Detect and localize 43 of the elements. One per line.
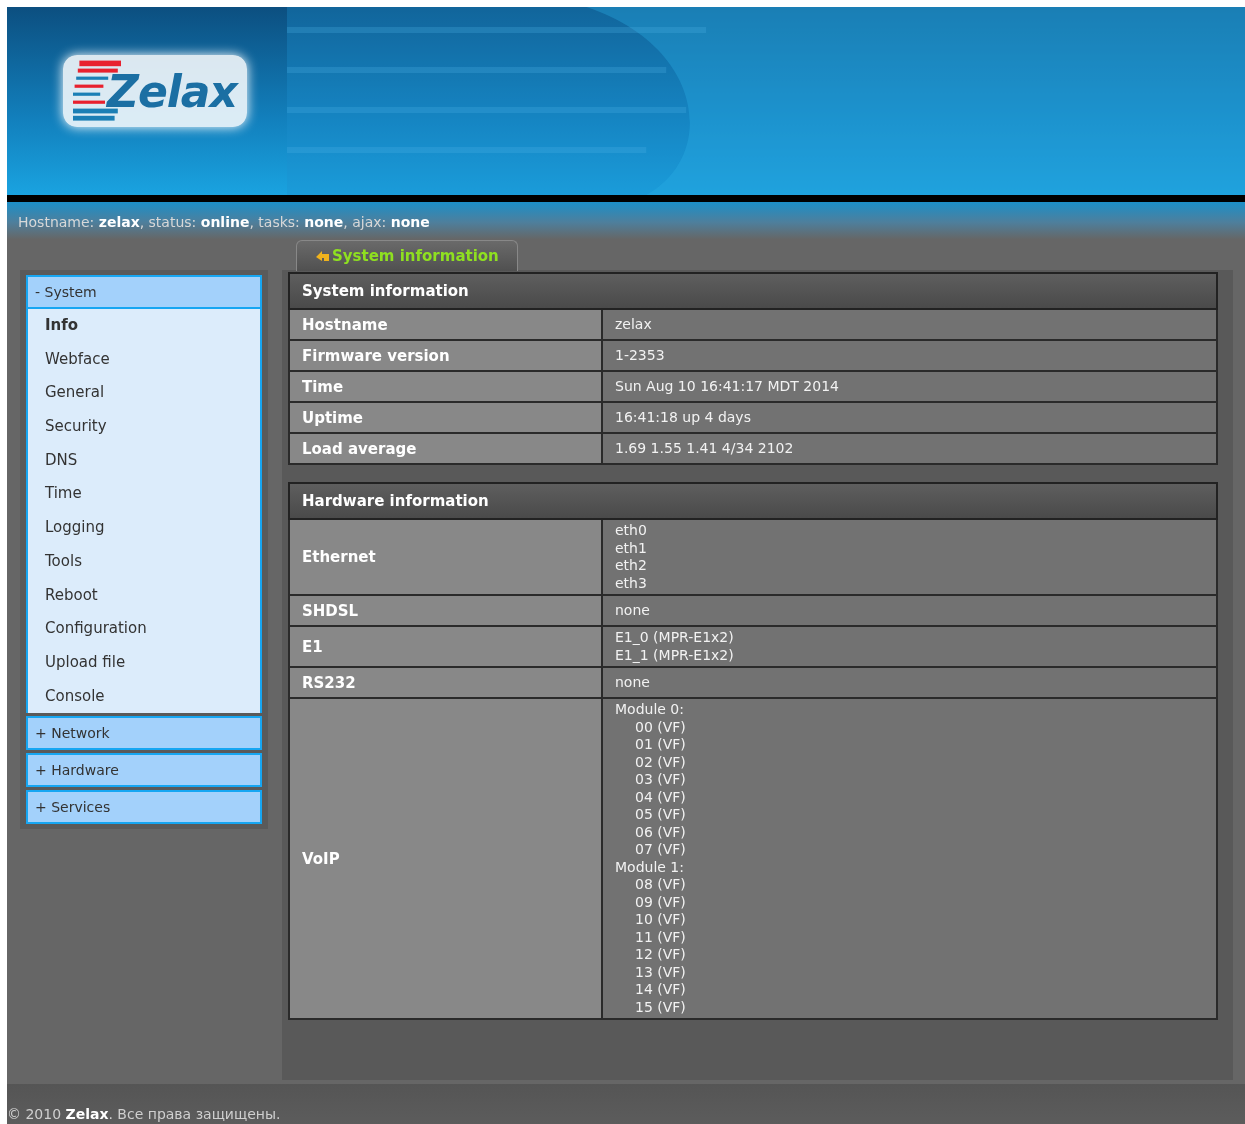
menu-section[interactable]: + Hardware	[26, 753, 262, 788]
menu-section[interactable]: + Services	[26, 790, 262, 825]
row-label: Time	[289, 371, 602, 402]
row-value: zelax	[602, 309, 1217, 340]
menu-item[interactable]: Console	[28, 679, 260, 714]
row-value: Module 0: 00 (VF) 01 (VF) 02 (VF) 03 (VF) 04 (VF) 05 (VF) 06 (VF) 07 (VF) Module 1: 08 (VF) 09 (VF) 10 (VF) 11 (VF) 12 (VF) 13 (VF) 14 (VF) 15 (VF)	[602, 698, 1217, 1019]
menu-item[interactable]: Tools	[28, 544, 260, 579]
arrow-icon	[315, 249, 331, 263]
menu-item[interactable]: Upload file	[28, 645, 260, 680]
row-label: VoIP	[289, 698, 602, 1019]
status-line: Hostname: zelax, status: online, tasks: none, ajax: none	[18, 214, 430, 230]
row-label: Ethernet	[289, 519, 602, 595]
row-value: Sun Aug 10 16:41:17 MDT 2014	[602, 371, 1217, 402]
menu-item[interactable]: Logging	[28, 511, 260, 545]
logo-text: Zelax	[107, 65, 237, 117]
menu-item[interactable]: Configuration	[28, 612, 260, 646]
menu-item[interactable]: Info	[28, 309, 260, 343]
row-value: none	[602, 595, 1217, 626]
menu-item[interactable]: Time	[28, 477, 260, 512]
menu-item[interactable]: DNS	[28, 443, 260, 478]
row-value: 16:41:18 up 4 days	[602, 402, 1217, 433]
table-title: Hardware information	[289, 483, 1217, 519]
row-value: 1-2353	[602, 340, 1217, 371]
table-title: System information	[289, 273, 1217, 309]
row-value: E1_0 (MPR-E1x2) E1_1 (MPR-E1x2)	[602, 626, 1217, 667]
row-label: Uptime	[289, 402, 602, 433]
row-label: SHDSL	[289, 595, 602, 626]
row-label: Load average	[289, 433, 602, 464]
menu-item[interactable]: Security	[28, 410, 260, 444]
row-label: RS232	[289, 667, 602, 698]
row-label: Hostname	[289, 309, 602, 340]
copyright-text: © 2010 Zelax. Все права защищены.	[7, 1106, 281, 1122]
menu-item[interactable]: Reboot	[28, 578, 260, 613]
row-value: none	[602, 667, 1217, 698]
tab[interactable]: System information	[296, 240, 518, 271]
menu-item[interactable]: General	[28, 376, 260, 411]
menu-section[interactable]: - System	[26, 275, 262, 309]
row-label: Firmware version	[289, 340, 602, 371]
menu-section[interactable]: + Network	[26, 716, 262, 751]
row-value: 1.69 1.55 1.41 4/34 2102	[602, 433, 1217, 464]
row-value: eth0 eth1 eth2 eth3	[602, 519, 1217, 595]
row-label: E1	[289, 626, 602, 667]
menu-item[interactable]: Webface	[28, 342, 260, 377]
